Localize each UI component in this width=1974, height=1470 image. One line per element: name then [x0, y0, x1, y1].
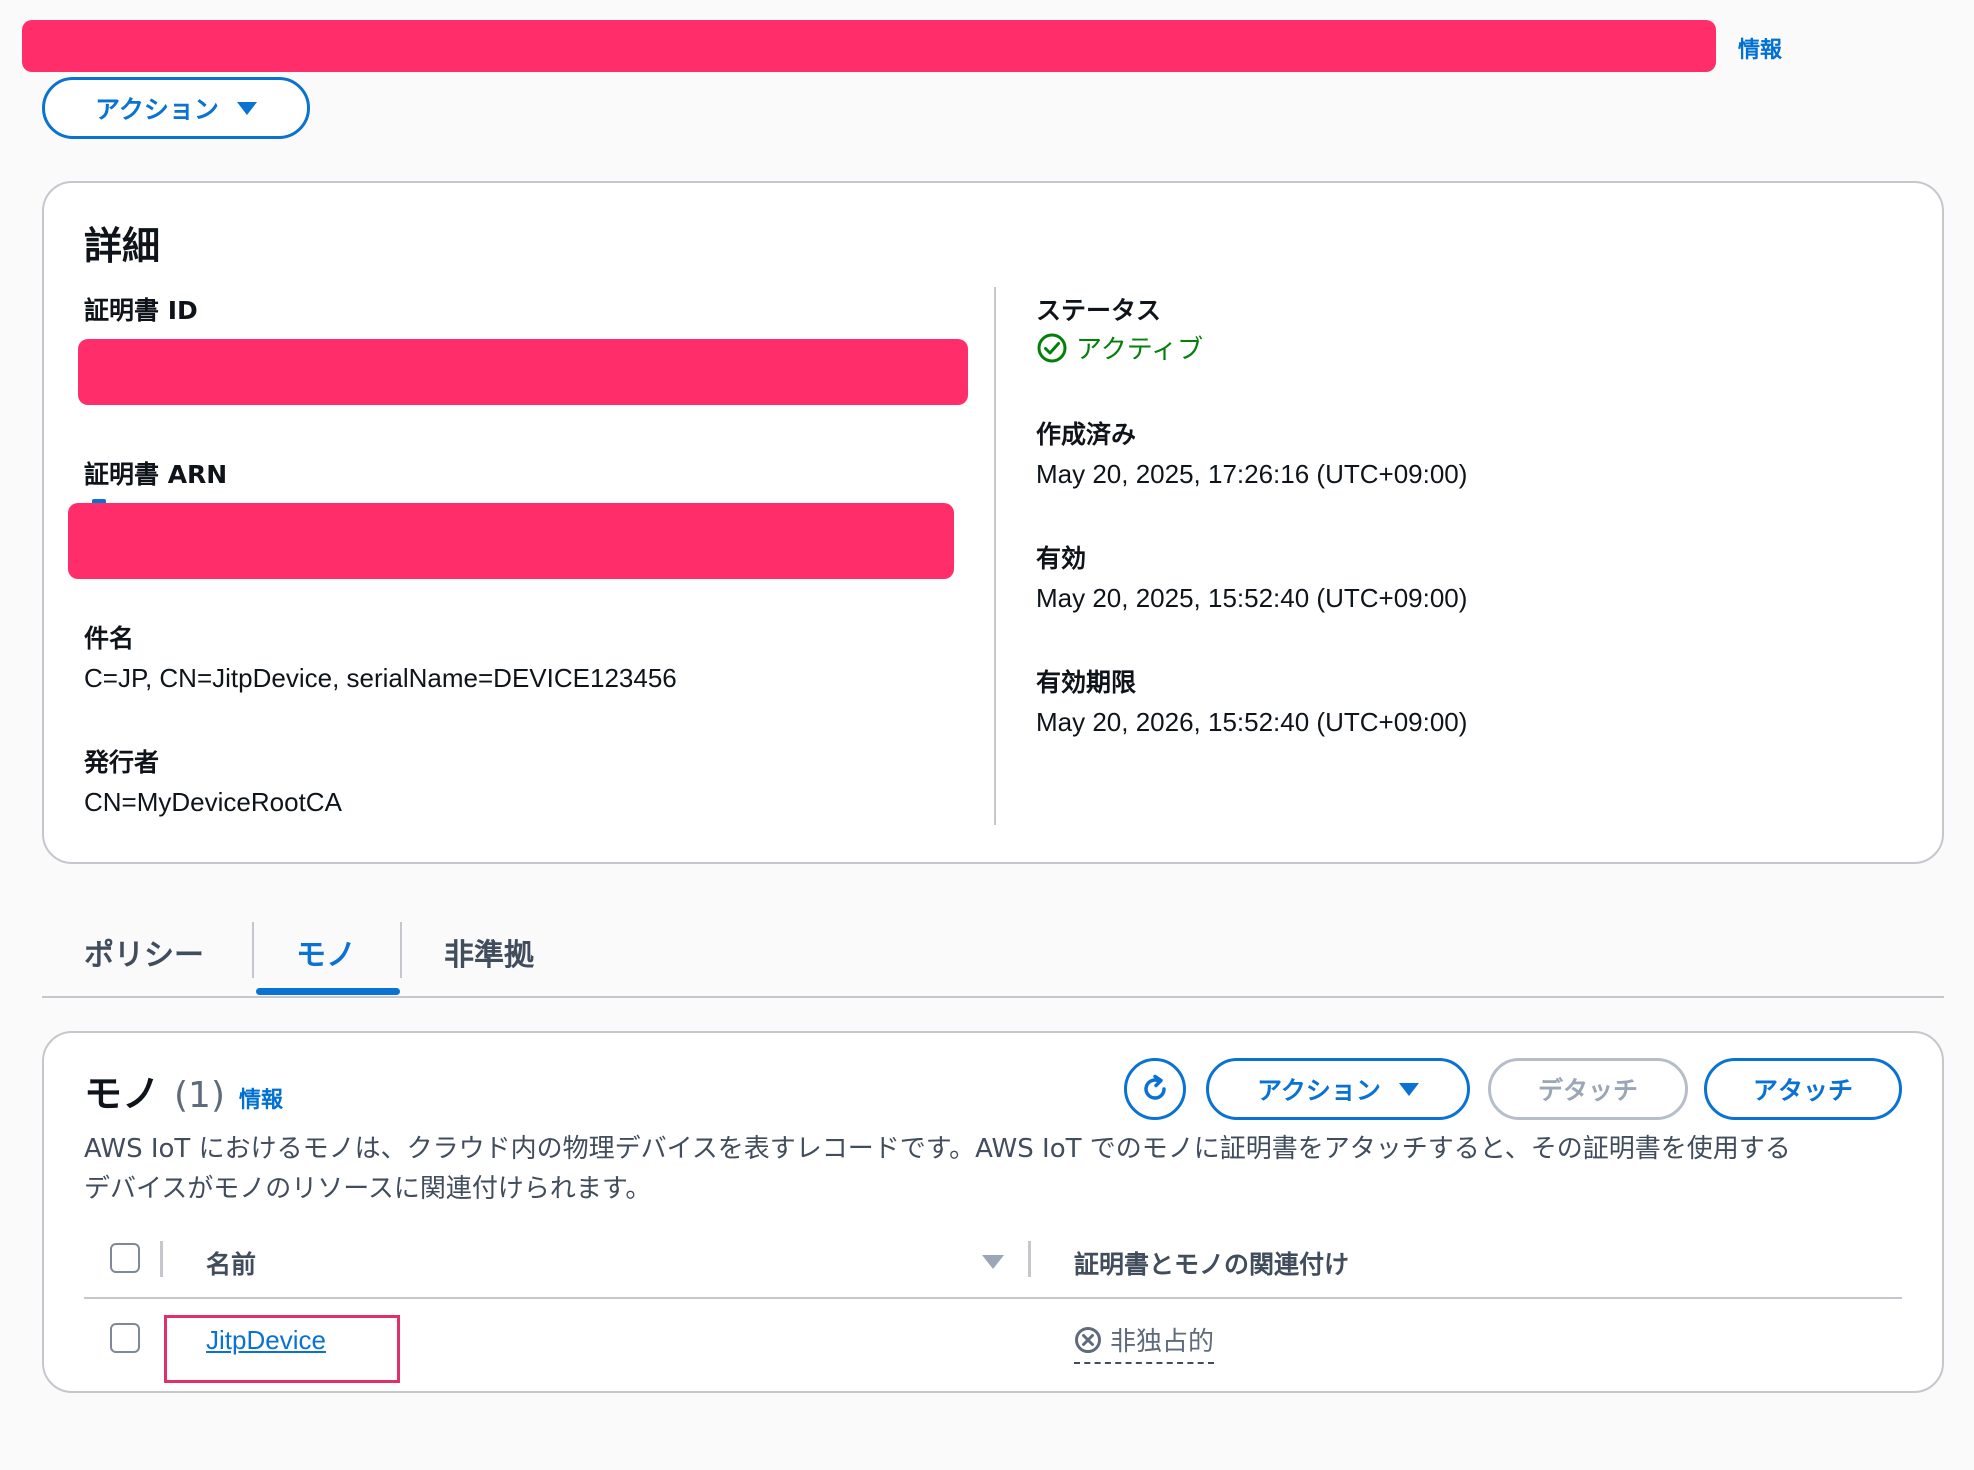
cert-arn-label: 証明書 ARN: [84, 460, 228, 489]
table-header-divider: [84, 1297, 1902, 1299]
issuer-label: 発行者: [84, 748, 160, 777]
tab-separator: [400, 922, 402, 978]
refresh-button[interactable]: [1124, 1058, 1186, 1120]
valid-value: May 20, 2025, 15:52:40 (UTC+09:00): [1036, 583, 1468, 613]
tab-things[interactable]: モノ: [296, 930, 356, 974]
tab-noncompliant[interactable]: 非準拠: [444, 930, 534, 974]
header-info-link[interactable]: 情報: [1738, 32, 1782, 64]
tab-policies[interactable]: ポリシー: [84, 930, 204, 974]
header-actions-button[interactable]: アクション: [42, 77, 310, 139]
column-separator: [160, 1241, 163, 1277]
row-checkbox[interactable]: [110, 1323, 140, 1353]
check-circle-icon: [1037, 333, 1067, 362]
redacted-page-title: [22, 20, 1716, 72]
things-info-link[interactable]: 情報: [239, 1082, 283, 1114]
status-label: ステータス: [1036, 296, 1162, 325]
column-header-name[interactable]: 名前: [206, 1245, 256, 1281]
issuer-value: CN=MyDeviceRootCA: [84, 787, 342, 817]
things-actions-label: アクション: [1257, 1076, 1381, 1105]
details-divider: [994, 287, 996, 825]
refresh-icon: [1144, 1074, 1166, 1100]
details-card: 詳細 証明書 ID 証明書 ARN 件名 C=JP, CN=JitpDevice…: [42, 181, 1944, 864]
attach-button[interactable]: アタッチ: [1704, 1058, 1902, 1120]
status-value: アクティブ: [1076, 335, 1204, 365]
expiry-value: May 20, 2026, 15:52:40 (UTC+09:00): [1036, 707, 1468, 737]
column-header-association: 証明書とモノの関連付け: [1074, 1250, 1350, 1279]
subject-label: 件名: [84, 624, 135, 653]
things-title: モノ: [84, 1072, 161, 1116]
things-card: モノ (1) 情報 アクション デタッチ アタッチ AWS IoT におけるモノ…: [42, 1031, 1944, 1393]
things-description-line1: AWS IoT におけるモノは、クラウド内の物理デバイスを表すレコードです。AW…: [84, 1134, 1791, 1164]
things-header: モノ (1) 情報: [84, 1063, 283, 1118]
header-actions-label: アクション: [95, 95, 219, 124]
sort-down-icon[interactable]: [982, 1255, 1004, 1269]
created-label: 作成済み: [1036, 420, 1137, 449]
association-value: 非独占的: [1110, 1327, 1215, 1357]
column-separator: [1028, 1241, 1031, 1277]
tabs-bottom-border: [42, 996, 1944, 998]
caret-down-icon: [1398, 1082, 1419, 1096]
detach-button[interactable]: デタッチ: [1488, 1058, 1688, 1120]
things-actions-button[interactable]: アクション: [1206, 1058, 1470, 1120]
select-all-checkbox[interactable]: [110, 1243, 140, 1273]
caret-down-icon: [236, 101, 257, 115]
redacted-cert-id: [78, 339, 968, 405]
tab-separator: [252, 922, 254, 978]
things-count: (1): [174, 1075, 226, 1116]
x-circle-icon: [1075, 1326, 1101, 1353]
association-cell: 非独占的: [1074, 1321, 1215, 1364]
details-title: 詳細: [84, 224, 161, 268]
redacted-cert-arn: [68, 503, 954, 579]
subject-value: C=JP, CN=JitpDevice, serialName=DEVICE12…: [84, 663, 677, 693]
created-value: May 20, 2025, 17:26:16 (UTC+09:00): [1036, 459, 1468, 489]
things-description-line2: デバイスがモノのリソースに関連付けられます。: [84, 1174, 652, 1204]
thing-name-link[interactable]: JitpDevice: [206, 1325, 326, 1356]
active-tab-underline: [256, 988, 400, 995]
expiry-label: 有効期限: [1036, 668, 1137, 697]
status-indicator: アクティブ: [1036, 329, 1203, 366]
valid-label: 有効: [1036, 544, 1087, 573]
cert-id-label: 証明書 ID: [84, 296, 198, 325]
